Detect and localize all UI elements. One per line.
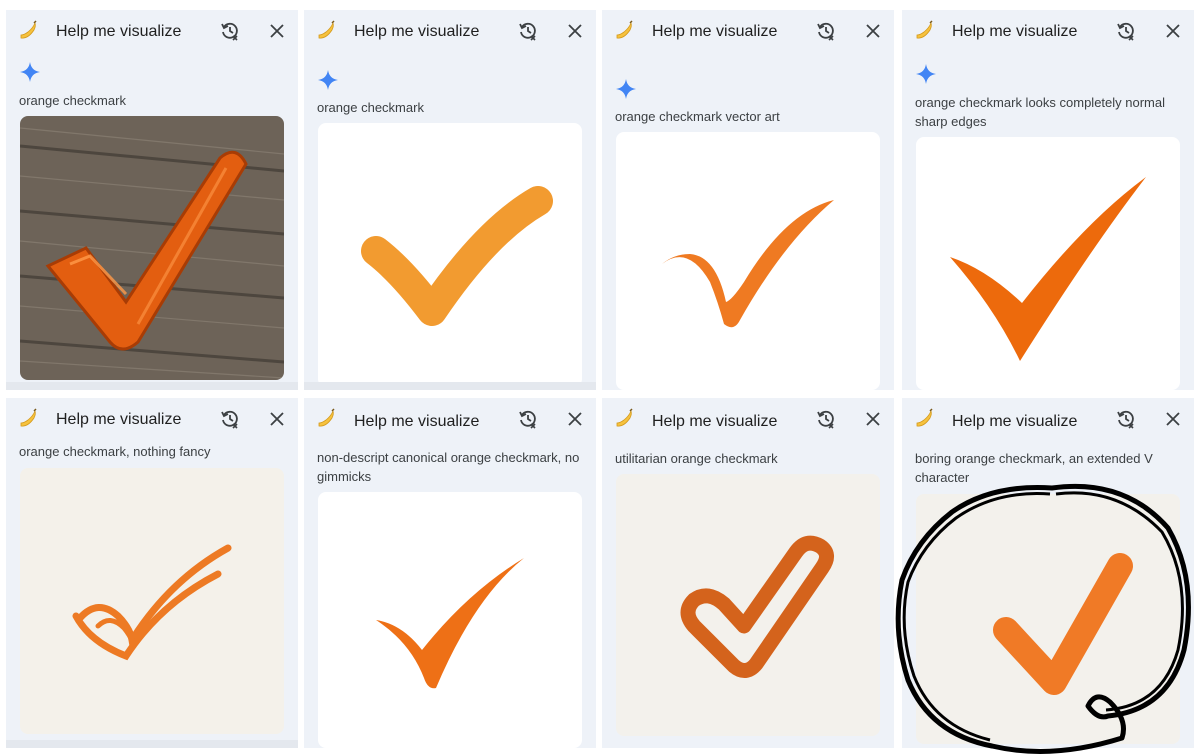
history-icon[interactable]: [220, 409, 240, 429]
banana-icon: [616, 408, 633, 427]
panel-title: Help me visualize: [652, 23, 778, 40]
visualize-panel-5: Help me visualize orange checkmark, noth…: [6, 398, 298, 748]
history-icon[interactable]: [1116, 409, 1136, 429]
prompt-text: orange checkmark vector art: [615, 109, 780, 124]
prompt-text: orange checkmark: [19, 93, 126, 108]
close-icon[interactable]: [567, 23, 583, 39]
generated-image[interactable]: [20, 468, 284, 734]
prompt-text: orange checkmark, nothing fancy: [19, 444, 211, 459]
panel-bottom: [6, 382, 298, 390]
sparkle-icon: [20, 62, 40, 82]
banana-icon: [20, 20, 37, 39]
history-icon[interactable]: [816, 409, 836, 429]
close-icon[interactable]: [567, 411, 583, 427]
banana-icon: [318, 20, 335, 39]
panel-title: Help me visualize: [354, 23, 480, 40]
visualize-panel-7: Help me visualize utilitarian orange che…: [602, 398, 894, 748]
history-icon[interactable]: [1116, 21, 1136, 41]
history-icon[interactable]: [220, 21, 240, 41]
panel-title: Help me visualize: [56, 23, 182, 40]
close-icon[interactable]: [1165, 411, 1181, 427]
panel-header: Help me visualize: [902, 10, 1194, 54]
panel-header: Help me visualize: [602, 10, 894, 54]
close-icon[interactable]: [269, 23, 285, 39]
banana-icon: [20, 408, 37, 427]
panel-title: Help me visualize: [652, 413, 778, 430]
visualize-panel-4: Help me visualize orange checkmark looks…: [902, 10, 1194, 390]
panel-header: Help me visualize: [6, 398, 298, 442]
panel-header: Help me visualize: [602, 398, 894, 442]
prompt-text: non-descript canonical orange checkmark,…: [317, 450, 580, 484]
generated-image[interactable]: [916, 137, 1180, 390]
banana-icon: [916, 20, 933, 39]
prompt-text: boring orange checkmark, an extended V c…: [915, 451, 1153, 485]
prompt-text: orange checkmark looks completely normal…: [915, 95, 1165, 129]
panel-header: Help me visualize: [304, 398, 596, 442]
panel-header: Help me visualize: [304, 10, 596, 54]
panel-bottom: [6, 740, 298, 748]
sparkle-icon: [916, 64, 936, 84]
banana-icon: [318, 408, 335, 427]
panel-title: Help me visualize: [56, 411, 182, 428]
visualize-panel-8: Help me visualize boring orange checkmar…: [902, 398, 1194, 748]
panel-title: Help me visualize: [354, 413, 480, 430]
close-icon[interactable]: [269, 411, 285, 427]
banana-icon: [616, 20, 633, 39]
sparkle-icon: [616, 79, 636, 99]
panel-bottom: [304, 382, 596, 390]
visualize-panel-1: Help me visualize orange checkmark: [6, 10, 298, 390]
generated-image[interactable]: [616, 474, 880, 736]
prompt-text: orange checkmark: [317, 100, 424, 115]
panel-title: Help me visualize: [952, 23, 1078, 40]
prompt-text: utilitarian orange checkmark: [615, 451, 778, 466]
generated-image[interactable]: [616, 132, 880, 390]
generated-image[interactable]: [916, 494, 1180, 744]
close-icon[interactable]: [865, 23, 881, 39]
visualize-panel-3: Help me visualize orange checkmark vecto…: [602, 10, 894, 390]
panel-header: Help me visualize: [6, 10, 298, 54]
banana-icon: [916, 408, 933, 427]
history-icon[interactable]: [518, 21, 538, 41]
panel-header: Help me visualize: [902, 398, 1194, 442]
generated-image[interactable]: [318, 123, 582, 387]
generated-image[interactable]: [318, 492, 582, 748]
close-icon[interactable]: [1165, 23, 1181, 39]
sparkle-icon: [318, 70, 338, 90]
history-icon[interactable]: [816, 21, 836, 41]
generated-image[interactable]: [20, 116, 284, 380]
close-icon[interactable]: [865, 411, 881, 427]
panel-title: Help me visualize: [952, 413, 1078, 430]
history-icon[interactable]: [518, 409, 538, 429]
visualize-panel-2: Help me visualize orange checkmark: [304, 10, 596, 390]
visualize-panel-6: Help me visualize non-descript canonical…: [304, 398, 596, 748]
